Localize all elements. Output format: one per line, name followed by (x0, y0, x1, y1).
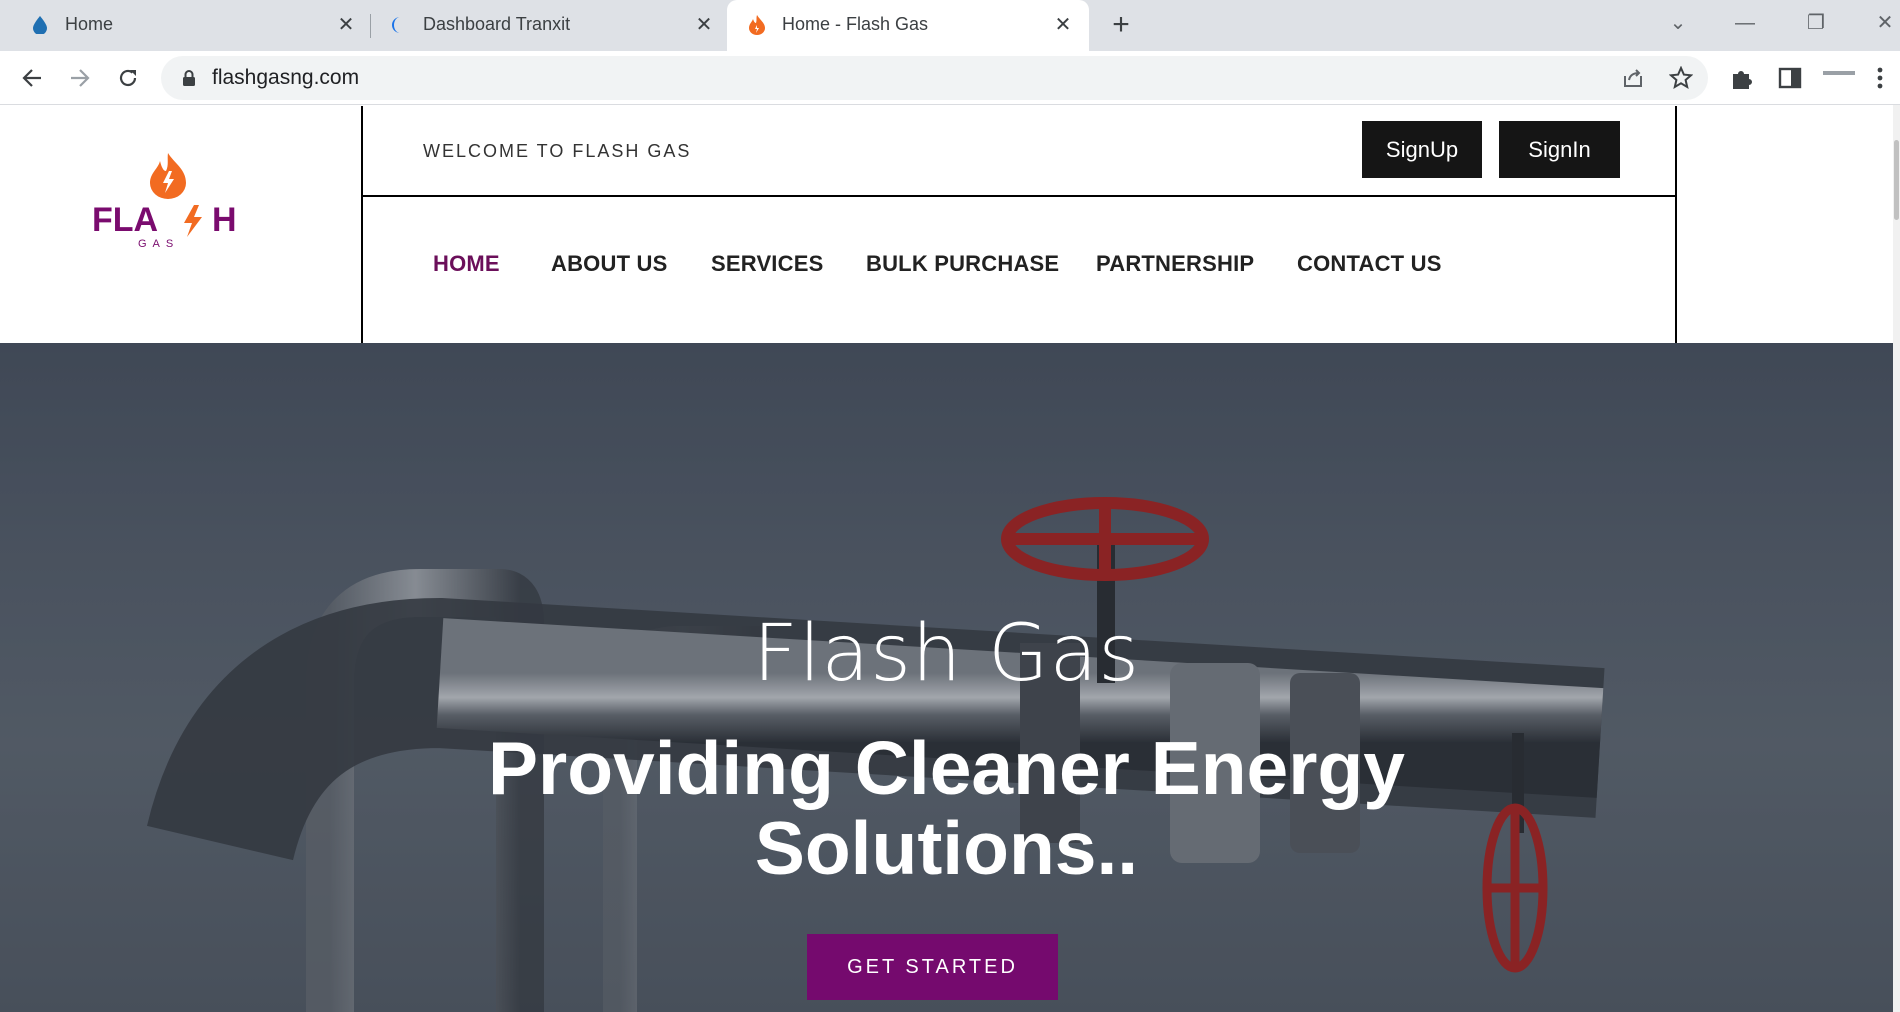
get-started-button[interactable]: GET STARTED (807, 934, 1058, 1000)
browser-tab-home[interactable]: Home ✕ (0, 0, 370, 51)
nav-about-us[interactable]: ABOUT US (551, 251, 668, 277)
browser-tab-flash-gas[interactable]: Home - Flash Gas ✕ (727, 0, 1089, 51)
nav-services[interactable]: SERVICES (711, 251, 823, 277)
close-icon[interactable]: ✕ (1051, 13, 1075, 37)
welcome-text: WELCOME TO FLASH GAS (423, 141, 692, 161)
close-window-icon[interactable]: ✕ (1865, 8, 1900, 38)
hero-tagline-line-2: Solutions.. (754, 806, 1139, 890)
restore-icon[interactable]: ❐ (1796, 8, 1836, 38)
menu-icon[interactable] (1876, 65, 1900, 91)
page-scrollbar[interactable] (1893, 105, 1900, 1012)
flame-icon (747, 15, 767, 35)
side-panel-icon[interactable] (1777, 65, 1803, 91)
nav-contact-us[interactable]: CONTACT US (1297, 251, 1442, 277)
site-header: FLA H GAS WELCOME TO FLASH GAS SignUp Si… (0, 106, 1893, 343)
header-box: WELCOME TO FLASH GAS SignUp SignIn HOME … (361, 106, 1677, 343)
water-drop-icon (30, 15, 50, 35)
address-bar[interactable]: flashgasng.com (161, 56, 1708, 100)
forward-icon[interactable] (64, 62, 96, 94)
hero-section: Flash Gas Providing Cleaner Energy Solut… (0, 343, 1893, 1012)
signin-button[interactable]: SignIn (1499, 121, 1620, 178)
logo-subtitle: GAS (138, 238, 179, 250)
reload-icon[interactable] (112, 62, 144, 94)
profile-avatar[interactable] (1823, 71, 1855, 75)
star-icon[interactable] (1668, 65, 1694, 90)
main-nav: HOME ABOUT US SERVICES BULK PURCHASE PAR… (363, 199, 1675, 343)
tab-title: Home - Flash Gas (782, 14, 929, 34)
flash-gas-logo[interactable]: FLA H GAS (88, 151, 248, 251)
svg-text:GAS: GAS (138, 238, 179, 250)
logo-wordmark: FLA H (92, 201, 237, 239)
hero-tagline: Providing Cleaner Energy Solutions.. (360, 728, 1533, 888)
nav-bulk-purchase[interactable]: BULK PURCHASE (866, 251, 1059, 277)
close-icon[interactable]: ✕ (692, 13, 716, 37)
nav-home[interactable]: HOME (433, 251, 500, 277)
tab-title: Dashboard Tranxit (423, 14, 571, 34)
browser-toolbar: flashgasng.com (0, 51, 1900, 105)
nav-partnership[interactable]: PARTNERSHIP (1096, 251, 1254, 277)
lock-icon (181, 69, 197, 87)
back-icon[interactable] (16, 62, 48, 94)
header-topbar: WELCOME TO FLASH GAS SignUp SignIn (363, 106, 1675, 197)
scrollbar-thumb[interactable] (1894, 140, 1899, 220)
browser-tab-bar: Home ✕ Dashboard Tranxit ✕ Home - Flash … (0, 0, 1900, 51)
close-icon[interactable]: ✕ (334, 13, 358, 37)
crescent-icon (387, 15, 407, 35)
hero-brand-title: Flash Gas (752, 609, 1141, 699)
share-icon[interactable] (1621, 66, 1645, 90)
tab-title: Home (65, 14, 114, 34)
svg-text:H: H (212, 201, 237, 239)
browser-tab-dashboard[interactable]: Dashboard Tranxit ✕ (370, 0, 727, 51)
hero-tagline-line-1: Providing Cleaner Energy (488, 726, 1405, 810)
minimize-icon[interactable]: — (1725, 8, 1765, 38)
extensions-icon[interactable] (1729, 65, 1755, 91)
url-text: flashgasng.com (212, 66, 360, 89)
new-tab-button[interactable]: + (1106, 10, 1136, 41)
signup-button[interactable]: SignUp (1362, 121, 1482, 178)
tab-search-icon[interactable]: ⌄ (1658, 8, 1698, 38)
svg-text:FLA: FLA (92, 201, 158, 239)
